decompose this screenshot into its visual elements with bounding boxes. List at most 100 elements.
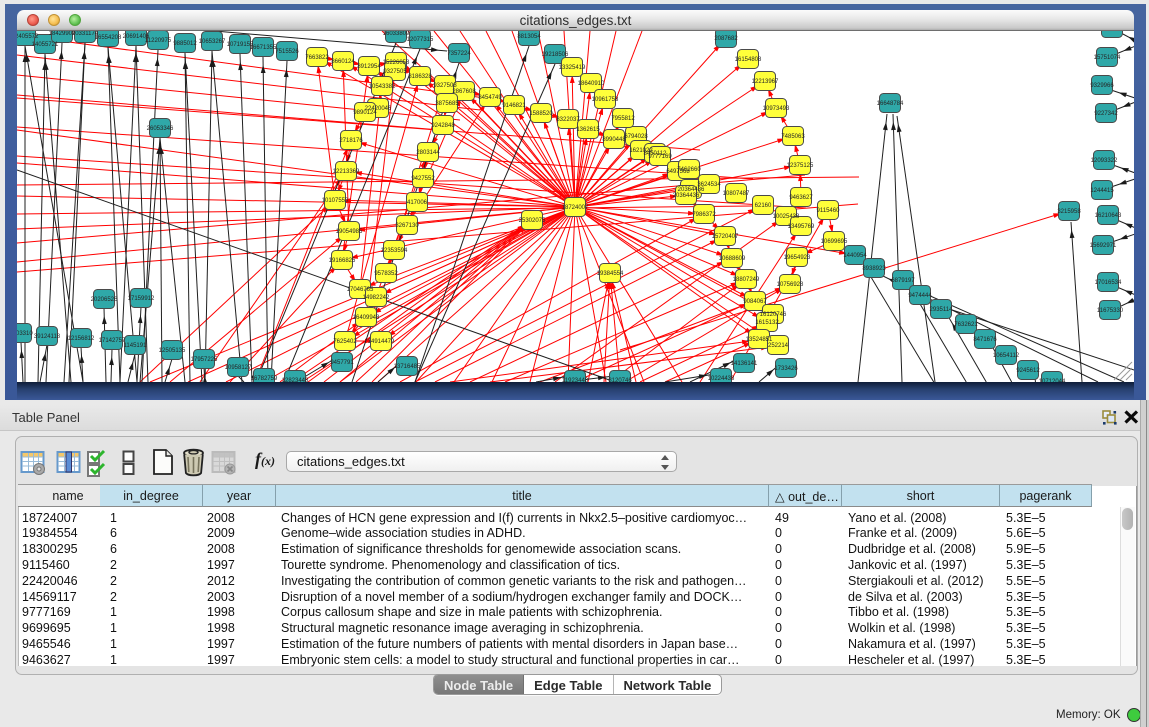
svg-text:19654923: 19654923 [784, 255, 811, 261]
svg-text:10654112: 10654112 [993, 353, 1020, 359]
svg-text:8660124: 8660124 [331, 59, 355, 65]
svg-text:19218506: 19218506 [542, 52, 569, 58]
svg-text:9327505: 9327505 [383, 69, 407, 75]
svg-text:12156812: 12156812 [68, 336, 95, 342]
svg-text:12213369: 12213369 [333, 169, 360, 175]
svg-text:17142757: 17142757 [99, 338, 126, 344]
svg-text:9578352: 9578352 [374, 271, 398, 277]
svg-text:14055721: 14055721 [32, 42, 59, 48]
svg-text:14982242: 14982242 [363, 295, 390, 301]
svg-text:10807487: 10807487 [723, 191, 750, 197]
svg-text:9245612: 9245612 [1016, 368, 1040, 374]
svg-text:11124907: 11124907 [1099, 31, 1125, 32]
svg-text:15720407: 15720407 [712, 234, 739, 240]
svg-text:18640910: 18640910 [578, 81, 605, 87]
svg-text:3215958: 3215958 [1057, 209, 1081, 215]
svg-text:7515526: 7515526 [275, 49, 299, 55]
svg-text:9115460: 9115460 [817, 208, 841, 214]
svg-text:9777169: 9777169 [648, 154, 672, 160]
svg-text:9329966: 9329966 [1090, 83, 1114, 89]
svg-text:10543382: 10543382 [369, 84, 396, 90]
svg-text:17957225: 17957225 [191, 357, 218, 363]
svg-text:7462660: 7462660 [677, 167, 701, 173]
svg-text:12405572: 12405572 [17, 34, 39, 40]
svg-text:9890124: 9890124 [353, 110, 377, 116]
svg-text:10107553: 10107553 [322, 198, 349, 204]
svg-text:9146821: 9146821 [502, 103, 526, 109]
svg-text:7663822: 7663822 [305, 55, 329, 61]
svg-text:8938923: 8938923 [862, 266, 886, 272]
svg-text:10973493: 10973493 [763, 106, 790, 112]
svg-text:16120746: 16120746 [760, 312, 787, 318]
svg-text:1588520: 1588520 [529, 111, 553, 117]
svg-text:10653267: 10653267 [199, 39, 226, 45]
svg-text:7632621: 7632621 [954, 322, 978, 328]
svg-text:10688609: 10688609 [719, 256, 746, 262]
svg-text:1440954: 1440954 [843, 253, 867, 259]
svg-text:2935114: 2935114 [930, 307, 954, 313]
svg-text:13495769: 13495769 [788, 224, 815, 230]
svg-text:13325419: 13325419 [559, 65, 586, 71]
svg-text:10958127: 10958127 [225, 365, 252, 371]
svg-text:6794028: 6794028 [624, 134, 648, 140]
svg-text:10699695: 10699695 [821, 239, 848, 245]
svg-text:39124118: 39124118 [34, 334, 61, 340]
svg-text:62160: 62160 [755, 203, 772, 209]
svg-text:8912954: 8912954 [357, 64, 381, 70]
svg-text:13716485: 13716485 [394, 364, 421, 370]
svg-text:15751074: 15751074 [1094, 55, 1121, 61]
svg-text:2718176: 2718176 [339, 138, 363, 144]
svg-text:7955812: 7955812 [611, 116, 635, 122]
svg-text:12213967: 12213967 [752, 79, 779, 85]
svg-text:19384554: 19384554 [597, 271, 624, 277]
svg-text:17016534: 17016534 [1095, 280, 1122, 286]
svg-text:8471676: 8471676 [973, 337, 997, 343]
svg-text:11675330: 11675330 [1097, 308, 1124, 314]
svg-text:8990448: 8990448 [602, 137, 626, 143]
svg-text:11220975: 11220975 [145, 38, 172, 44]
svg-text:3267130: 3267130 [395, 223, 419, 229]
svg-text:8322037: 8322037 [556, 117, 580, 123]
svg-text:25302075: 25302075 [519, 218, 546, 224]
svg-text:7625402: 7625402 [333, 339, 357, 345]
svg-text:9084067: 9084067 [743, 299, 767, 305]
svg-text:15692971: 15692971 [1090, 243, 1117, 249]
svg-text:19054985: 19054985 [336, 229, 363, 235]
svg-text:2087682: 2087682 [714, 36, 738, 42]
svg-text:9885012: 9885012 [173, 41, 197, 47]
svg-text:1733426: 1733426 [774, 366, 798, 372]
svg-text:7485063: 7485063 [781, 134, 805, 140]
svg-text:1244415: 1244415 [1090, 188, 1114, 194]
svg-text:16409948: 16409948 [353, 315, 380, 321]
svg-text:252214: 252214 [768, 343, 789, 349]
svg-text:17159912: 17159912 [128, 296, 155, 302]
svg-text:1615132: 1615132 [755, 320, 779, 326]
svg-text:9427552: 9427552 [411, 176, 435, 182]
svg-text:17046765: 17046765 [347, 287, 374, 293]
svg-text:9474444: 9474444 [908, 293, 932, 299]
svg-text:16648784: 16648784 [877, 101, 904, 107]
svg-text:1362615: 1362615 [576, 127, 600, 133]
svg-text:19166825: 19166825 [329, 258, 356, 264]
svg-text:6879197: 6879197 [891, 278, 915, 284]
svg-text:10025438: 10025438 [773, 214, 800, 220]
svg-text:2867608: 2867608 [452, 89, 476, 95]
svg-text:7357224: 7357224 [447, 51, 471, 57]
svg-text:3875685: 3875685 [435, 101, 459, 107]
svg-text:10756928: 10756928 [777, 282, 804, 288]
svg-text:9227342: 9227342 [1094, 111, 1118, 117]
svg-text:9003310: 9003310 [17, 331, 33, 337]
svg-text:16554208: 16554208 [95, 35, 122, 41]
svg-text:10961758: 10961758 [592, 97, 619, 103]
svg-text:20364436: 20364436 [673, 193, 700, 199]
svg-text:12093322: 12093322 [1091, 158, 1118, 164]
svg-text:18807249: 18807249 [733, 277, 760, 283]
svg-text:9457791: 9457791 [330, 360, 354, 366]
svg-text:12505135: 12505135 [159, 348, 186, 354]
svg-text:16154808: 16154808 [735, 57, 762, 63]
svg-text:14136141: 14136141 [731, 361, 758, 367]
svg-text:8186328: 8186328 [408, 74, 432, 80]
svg-text:3624534: 3624534 [697, 182, 721, 188]
svg-text:12353594: 12353594 [381, 248, 408, 254]
svg-text:2803144: 2803144 [416, 150, 440, 156]
